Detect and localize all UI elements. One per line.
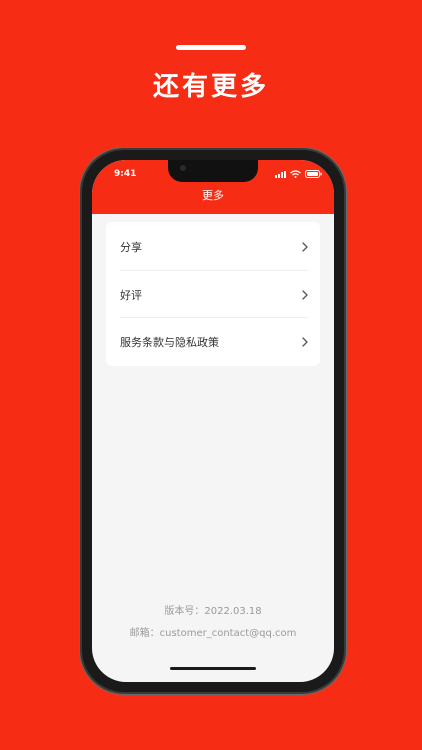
- chevron-right-icon: [302, 336, 308, 347]
- menu-item-label: 服务条款与隐私政策: [120, 335, 219, 349]
- status-time: 9:41: [114, 169, 137, 179]
- menu-item-share[interactable]: 分享: [120, 223, 308, 270]
- menu-item-terms-privacy[interactable]: 服务条款与隐私政策: [120, 317, 308, 365]
- decorative-top-bar: [176, 45, 246, 50]
- chevron-right-icon: [302, 289, 308, 300]
- chevron-right-icon: [302, 241, 308, 252]
- phone-notch: [168, 160, 258, 182]
- version-text: 版本号：2022.03.18: [164, 606, 262, 617]
- wifi-icon: [290, 170, 301, 178]
- menu-item-rate[interactable]: 好评: [120, 270, 308, 318]
- menu-item-label: 好评: [120, 288, 142, 302]
- phone-power-button: [344, 296, 347, 356]
- contact-email[interactable]: 邮箱：customer_contact@qq.com: [92, 624, 334, 639]
- promo-title: 还有更多: [152, 72, 269, 102]
- status-icons: [275, 170, 322, 178]
- app-header: 9:41 更多: [92, 160, 334, 214]
- menu-item-label: 分享: [120, 240, 142, 254]
- phone-screen: 9:41 更多 分享 好评 服务条款与隐私政策 版本号：2022.03.18 邮…: [92, 160, 334, 682]
- nav-title: 更多: [202, 189, 224, 202]
- home-indicator[interactable]: [170, 667, 256, 670]
- battery-icon: [305, 170, 322, 178]
- menu-card: 分享 好评 服务条款与隐私政策: [106, 222, 320, 366]
- phone-frame: 9:41 更多 分享 好评 服务条款与隐私政策 版本号：2022.03.18 邮…: [82, 150, 344, 692]
- cellular-signal-icon: [275, 170, 286, 178]
- camera-icon: [180, 165, 186, 171]
